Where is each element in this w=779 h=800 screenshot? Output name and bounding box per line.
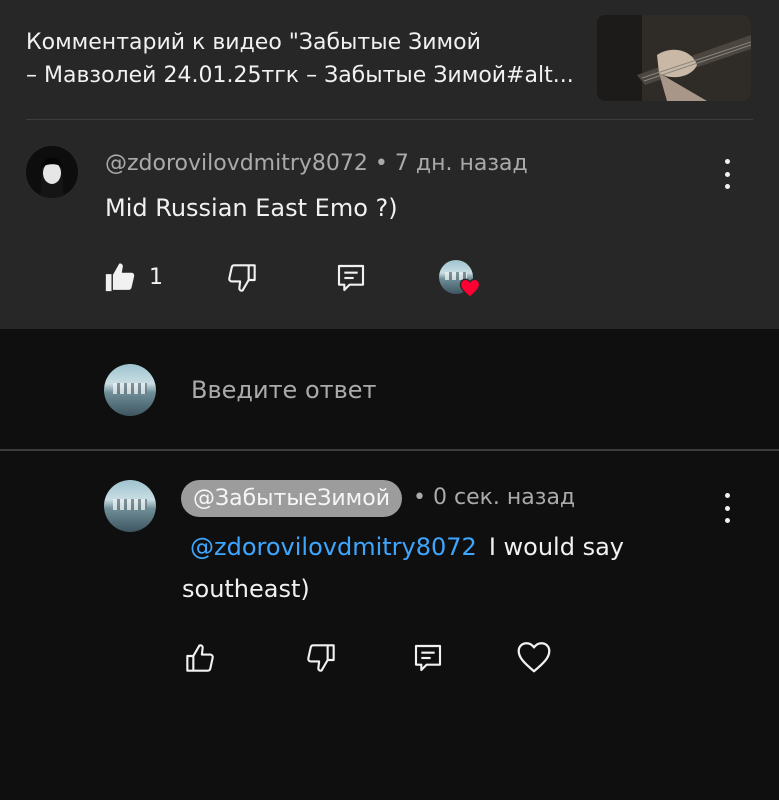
title-line-2: – Мавзолей 24.01.25тгк – Забытые Зимой#a…: [26, 63, 574, 88]
like-button[interactable]: 1: [103, 260, 163, 294]
comment-author[interactable]: @zdorovilovdmitry8072: [105, 151, 368, 176]
creator-heart-icon: [459, 278, 481, 298]
reply-dislike-button[interactable]: [305, 642, 337, 674]
dislike-button[interactable]: [226, 262, 258, 294]
reply-reply-button[interactable]: [412, 642, 444, 674]
reply-like-button[interactable]: [184, 642, 216, 674]
commenter-avatar[interactable]: [26, 146, 78, 198]
reply-text-line2: southeast): [182, 575, 310, 603]
more-vert-icon[interactable]: [717, 156, 737, 192]
reply-input[interactable]: Введите ответ: [191, 376, 377, 404]
reply-time: 0 сек. назад: [432, 485, 576, 510]
page-title: Комментарий к видео "Забытые Зимой – Мав…: [26, 26, 586, 92]
thumbs-down-icon: [228, 264, 256, 292]
reply-icon: [337, 264, 365, 292]
reply-meta: • 0 сек. назад: [413, 485, 575, 510]
more-vert-icon[interactable]: [717, 490, 737, 526]
header-divider: [26, 119, 753, 120]
meta-separator: •: [374, 151, 388, 176]
reply-text-line1: I would say: [488, 533, 624, 561]
thumbs-up-filled-icon: [105, 263, 135, 292]
reply-author-chip[interactable]: @ЗабытыеЗимой: [181, 480, 403, 517]
reply-divider: [0, 449, 779, 451]
thumbs-down-icon: [307, 644, 335, 672]
commenter-avatar-image: [26, 146, 78, 198]
my-avatar: [104, 364, 156, 416]
reply-author-avatar[interactable]: [104, 480, 156, 532]
reply-icon: [414, 644, 442, 672]
reply-mention-link[interactable]: @zdorovilovdmitry8072: [190, 533, 477, 561]
guitar-thumbnail-image: [597, 15, 751, 101]
comment-meta: @zdorovilovdmitry8072 • 7 дн. назад: [105, 151, 528, 176]
like-count: 1: [149, 264, 163, 290]
title-line-1: Комментарий к видео "Забытые Зимой: [26, 30, 481, 55]
meta-separator: •: [413, 485, 426, 510]
creator-heart-badge: [439, 260, 481, 298]
comment-time: 7 дн. назад: [394, 151, 528, 176]
thumbs-up-icon: [186, 644, 214, 672]
reply-button[interactable]: [335, 262, 367, 294]
reply-text: @zdorovilovdmitry8072 I would say southea…: [182, 526, 742, 610]
comment-text: Mid Russian East Emo ?): [105, 194, 398, 222]
video-thumbnail[interactable]: [597, 15, 751, 101]
heart-button[interactable]: [516, 640, 552, 674]
heart-outline-icon: [517, 642, 551, 673]
